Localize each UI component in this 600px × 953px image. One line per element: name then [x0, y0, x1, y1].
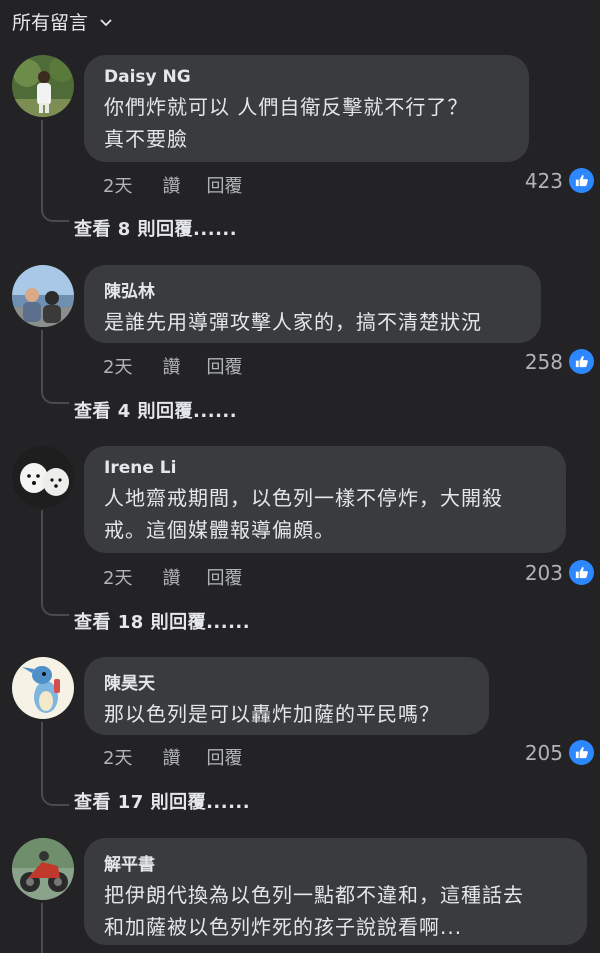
comment-actions: 2天 讚 回覆: [103, 353, 242, 379]
comment-bubble: Daisy NG 你們炸就可以 人們自衛反擊就不行了？ 真不要臉: [84, 55, 529, 162]
reaction-count[interactable]: 203: [525, 560, 594, 585]
comment-time[interactable]: 2天: [103, 744, 132, 770]
comment-text: 那以色列是可以轟炸加薩的平民嗎？: [104, 702, 440, 726]
comment-bubble: 解平書 把伊朗代換為以色列一點都不違和，這種話去 和加薩被以色列炸死的孩子說說看…: [84, 838, 587, 945]
view-replies-link[interactable]: 查看 8 則回覆......: [74, 215, 237, 241]
thumbs-up-icon: [569, 740, 594, 765]
avatar[interactable]: [12, 838, 74, 900]
thumbs-up-icon: [569, 560, 594, 585]
comment-actions: 2天 讚 回覆: [103, 744, 242, 770]
thumbs-up-icon: [569, 349, 594, 374]
comment-text: 人地齋戒期間，以色列一樣不停炸，大開殺 戒。這個媒體報導偏頗。: [104, 486, 503, 542]
like-button[interactable]: 讚: [162, 564, 180, 590]
reaction-count[interactable]: 258: [525, 349, 594, 374]
comment-time[interactable]: 2天: [103, 172, 132, 198]
comment-time[interactable]: 2天: [103, 353, 132, 379]
like-count: 205: [524, 740, 563, 765]
avatar[interactable]: [12, 657, 74, 719]
comment-time[interactable]: 2天: [103, 564, 132, 590]
comment-author[interactable]: 解平書: [104, 850, 567, 875]
like-button[interactable]: 讚: [162, 744, 180, 770]
view-replies-link[interactable]: 查看 18 則回覆......: [74, 608, 250, 634]
like-count: 423: [524, 168, 563, 193]
reply-button[interactable]: 回覆: [206, 744, 242, 770]
comment-filter-label: 所有留言: [12, 12, 89, 34]
avatar[interactable]: [12, 446, 74, 508]
like-count: 258: [524, 349, 563, 374]
comment-author[interactable]: Daisy NG: [104, 67, 509, 87]
view-replies-link[interactable]: 查看 17 則回覆......: [74, 788, 250, 814]
reply-button[interactable]: 回覆: [206, 353, 242, 379]
avatar-image: [12, 55, 74, 117]
thumbs-up-icon: [569, 168, 594, 193]
comment-actions: 2天 讚 回覆: [103, 564, 242, 590]
comment-text: 是誰先用導彈攻擊人家的，搞不清楚狀況: [104, 310, 482, 334]
like-button[interactable]: 讚: [162, 353, 180, 379]
comment-actions: 2天 讚 回覆: [103, 172, 242, 198]
comment-author[interactable]: 陳弘林: [104, 277, 521, 302]
avatar-image: [12, 446, 74, 508]
comment-text: 把伊朗代換為以色列一點都不違和，這種話去 和加薩被以色列炸死的孩子說說看啊...: [104, 883, 524, 939]
like-count: 203: [524, 560, 563, 585]
comment-bubble: 陳弘林 是誰先用導彈攻擊人家的，搞不清楚狀況: [84, 265, 541, 343]
view-replies-link[interactable]: 查看 4 則回覆......: [74, 397, 237, 423]
comment-author[interactable]: Irene Li: [104, 458, 546, 478]
avatar[interactable]: [12, 265, 74, 327]
avatar-image: [12, 657, 74, 719]
chevron-down-icon: [100, 18, 112, 26]
reaction-count[interactable]: 205: [525, 740, 594, 765]
reply-button[interactable]: 回覆: [206, 172, 242, 198]
comment-text: 你們炸就可以 人們自衛反擊就不行了？ 真不要臉: [104, 95, 469, 151]
avatar-image: [12, 838, 74, 900]
reaction-count[interactable]: 423: [525, 168, 594, 193]
comment-bubble: Irene Li 人地齋戒期間，以色列一樣不停炸，大開殺 戒。這個媒體報導偏頗。: [84, 446, 566, 553]
avatar-image: [12, 265, 74, 327]
comment-bubble: 陳昊天 那以色列是可以轟炸加薩的平民嗎？: [84, 657, 489, 735]
like-button[interactable]: 讚: [162, 172, 180, 198]
reply-button[interactable]: 回覆: [206, 564, 242, 590]
comment-filter-dropdown[interactable]: 所有留言: [12, 8, 114, 35]
comment-author[interactable]: 陳昊天: [104, 669, 469, 694]
avatar[interactable]: [12, 55, 74, 117]
